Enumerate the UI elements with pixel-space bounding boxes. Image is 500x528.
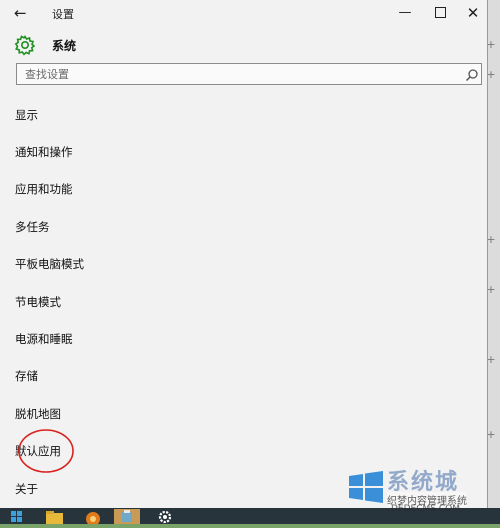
menu-item-notifications[interactable]: 通知和操作 [0, 133, 480, 170]
start-icon[interactable] [4, 509, 30, 524]
highlight-circle [18, 429, 74, 473]
search-input[interactable] [17, 64, 457, 84]
watermark: 系统城 织梦内容管理系统 DEDECMS.COM [345, 462, 495, 516]
page-title: 系统 [52, 38, 77, 53]
window-title: 设置 [52, 8, 74, 21]
close-button[interactable]: ✕ [458, 2, 488, 24]
store-icon[interactable] [114, 509, 140, 524]
settings-window: ← 设置 — ✕ 系统 显示 通知和操作 应用和功能 多任务 [0, 0, 488, 508]
menu-item-battery-saver[interactable]: 节电模式 [0, 283, 480, 320]
settings-icon[interactable] [152, 509, 178, 524]
menu-item-tablet-mode[interactable]: 平板电脑模式 [0, 246, 480, 283]
menu-item-power-sleep[interactable]: 电源和睡眠 [0, 320, 480, 357]
menu-item-multitasking[interactable]: 多任务 [0, 208, 480, 245]
title-bar: ← 设置 — ✕ [0, 0, 487, 26]
back-button[interactable]: ← [14, 3, 36, 23]
gear-icon [14, 34, 36, 56]
minimize-button[interactable]: — [390, 2, 420, 24]
section-header: 系统 [14, 34, 76, 56]
menu-item-storage[interactable]: 存储 [0, 358, 480, 395]
menu-item-display[interactable]: 显示 [0, 96, 480, 133]
search-icon[interactable] [465, 67, 479, 82]
file-explorer-icon[interactable] [42, 509, 68, 524]
watermark-site: DEDECMS.COM [391, 504, 460, 514]
wifi-icon[interactable] [80, 509, 106, 526]
windows-logo-icon [349, 471, 383, 503]
search-box [16, 63, 482, 85]
maximize-icon [434, 7, 446, 18]
menu-item-apps-features[interactable]: 应用和功能 [0, 171, 480, 208]
maximize-button[interactable] [425, 2, 455, 24]
